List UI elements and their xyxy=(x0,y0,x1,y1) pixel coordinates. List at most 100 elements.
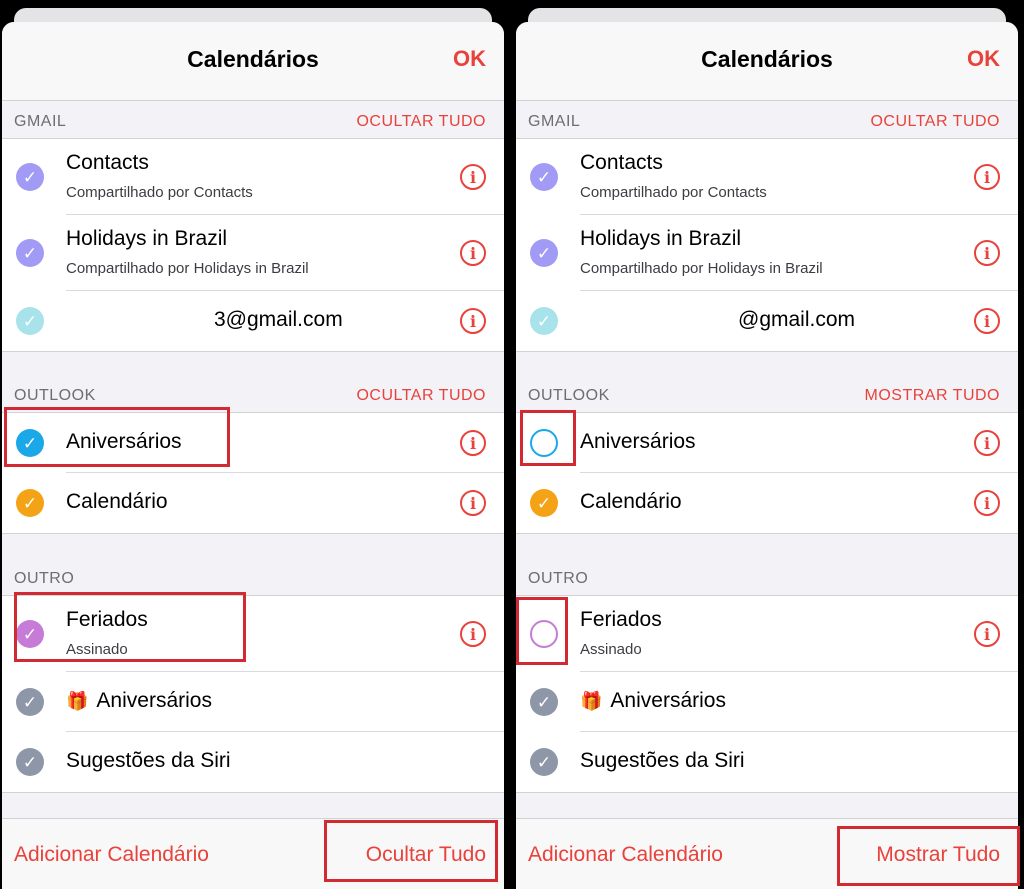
section-header-outlook: OUTLOOK MOSTRAR TUDO xyxy=(516,375,1018,413)
ok-button[interactable]: OK xyxy=(967,46,1000,72)
calendar-row-aniversarios[interactable]: Aniversários i xyxy=(516,413,1018,473)
checkmark-icon[interactable]: ✓ xyxy=(530,748,558,776)
section-title-outro: OUTRO xyxy=(528,570,589,587)
checkmark-icon[interactable]: ✓ xyxy=(530,489,558,517)
calendar-row-contacts[interactable]: ✓ Contacts Compartilhado por Contacts i xyxy=(2,139,504,215)
hide-all-gmail-button[interactable]: OCULTAR TUDO xyxy=(870,113,1000,131)
info-icon[interactable]: i xyxy=(460,308,486,334)
outlook-calendar-list: ✓ Aniversários i ✓ Calendário i xyxy=(2,412,504,534)
calendar-subtitle: Assinado xyxy=(580,641,642,658)
add-calendar-button[interactable]: Adicionar Calendário xyxy=(14,843,209,867)
gmail-calendar-list: ✓ Contacts Compartilhado por Contacts i … xyxy=(2,138,504,352)
calendar-row-birthdays[interactable]: ✓ 🎁 Aniversários xyxy=(516,672,1018,732)
calendar-subtitle: Assinado xyxy=(66,641,128,658)
calendar-title: Feriados xyxy=(580,608,662,631)
calendar-row-contacts[interactable]: ✓ Contacts Compartilhado por Contacts i xyxy=(516,139,1018,215)
gmail-calendar-list: ✓ Contacts Compartilhado por Contacts i … xyxy=(516,138,1018,352)
section-header-gmail: GMAIL OCULTAR TUDO xyxy=(516,101,1018,139)
calendar-row-gmail-account[interactable]: ✓ 3@gmail.com i xyxy=(2,291,504,351)
nav-title: Calendários xyxy=(701,46,833,72)
calendar-row-aniversarios[interactable]: ✓ Aniversários i xyxy=(2,413,504,473)
calendar-subtitle: Compartilhado por Contacts xyxy=(66,184,253,201)
checkmark-icon[interactable]: ✓ xyxy=(530,688,558,716)
section-header-outro: OUTRO xyxy=(516,558,1018,596)
bottom-toolbar: Adicionar Calendário Ocultar Tudo xyxy=(2,818,504,889)
calendar-title: Holidays in Brazil xyxy=(580,227,742,250)
checkmark-icon[interactable]: ✓ xyxy=(530,239,558,267)
hide-all-gmail-button[interactable]: OCULTAR TUDO xyxy=(356,113,486,131)
checkmark-icon[interactable]: ✓ xyxy=(16,688,44,716)
section-title-outlook: OUTLOOK xyxy=(14,387,96,404)
calendar-row-gmail-account[interactable]: ✓ @gmail.com i xyxy=(516,291,1018,351)
info-icon[interactable]: i xyxy=(460,621,486,647)
info-icon[interactable]: i xyxy=(460,430,486,456)
calendar-row-calendario[interactable]: ✓ Calendário i xyxy=(2,473,504,533)
nav-bar: Calendários OK xyxy=(516,22,1018,101)
info-icon[interactable]: i xyxy=(974,240,1000,266)
calendar-title-text: Aniversários xyxy=(610,689,726,712)
checkmark-icon[interactable]: ✓ xyxy=(16,307,44,335)
section-header-outro: OUTRO xyxy=(2,558,504,596)
checkmark-icon[interactable]: ✓ xyxy=(16,239,44,267)
unchecked-circle-icon[interactable] xyxy=(530,620,558,648)
calendar-title: Holidays in Brazil xyxy=(66,227,228,250)
bottom-toolbar: Adicionar Calendário Mostrar Tudo xyxy=(516,818,1018,889)
checkmark-icon[interactable]: ✓ xyxy=(530,307,558,335)
calendar-title: Sugestões da Siri xyxy=(580,749,745,772)
calendar-row-siri[interactable]: ✓ Sugestões da Siri xyxy=(516,732,1018,792)
calendar-row-holidays-brazil[interactable]: ✓ Holidays in Brazil Compartilhado por H… xyxy=(516,215,1018,291)
calendar-title: Contacts xyxy=(66,151,149,174)
info-icon[interactable]: i xyxy=(974,490,1000,516)
calendar-subtitle: Compartilhado por Holidays in Brazil xyxy=(66,260,309,277)
info-icon[interactable]: i xyxy=(460,490,486,516)
checkmark-icon[interactable]: ✓ xyxy=(16,429,44,457)
calendar-title: 🎁 Aniversários xyxy=(580,689,726,713)
calendar-title: @gmail.com xyxy=(738,308,856,331)
checkmark-icon[interactable]: ✓ xyxy=(16,748,44,776)
info-icon[interactable]: i xyxy=(460,240,486,266)
gift-icon: 🎁 xyxy=(580,691,603,711)
calendar-title: Aniversários xyxy=(66,430,182,453)
calendars-sheet: Calendários OK GMAIL OCULTAR TUDO ✓ Cont… xyxy=(516,22,1018,889)
calendar-row-holidays-brazil[interactable]: ✓ Holidays in Brazil Compartilhado por H… xyxy=(2,215,504,291)
calendar-title: 3@gmail.com xyxy=(214,308,343,331)
checkmark-icon[interactable]: ✓ xyxy=(16,620,44,648)
info-icon[interactable]: i xyxy=(460,164,486,190)
checkmark-icon[interactable]: ✓ xyxy=(530,163,558,191)
section-title-gmail: GMAIL xyxy=(528,113,581,130)
calendar-title: Sugestões da Siri xyxy=(66,749,231,772)
section-title-gmail: GMAIL xyxy=(14,113,67,130)
show-all-outlook-button[interactable]: MOSTRAR TUDO xyxy=(865,387,1000,405)
calendars-sheet: Calendários OK GMAIL OCULTAR TUDO ✓ Cont… xyxy=(2,22,504,889)
calendar-row-birthdays[interactable]: ✓ 🎁 Aniversários xyxy=(2,672,504,732)
add-calendar-button[interactable]: Adicionar Calendário xyxy=(528,843,723,867)
show-all-button[interactable]: Mostrar Tudo xyxy=(876,843,1000,867)
checkmark-icon[interactable]: ✓ xyxy=(16,489,44,517)
calendars-panel-left: Calendários OK GMAIL OCULTAR TUDO ✓ Cont… xyxy=(2,0,504,889)
checkmark-icon[interactable]: ✓ xyxy=(16,163,44,191)
unchecked-circle-icon[interactable] xyxy=(530,429,558,457)
section-header-gmail: GMAIL OCULTAR TUDO xyxy=(2,101,504,139)
other-calendar-list: Feriados Assinado i ✓ 🎁 Aniversários ✓ Su… xyxy=(516,595,1018,793)
section-title-outro: OUTRO xyxy=(14,570,75,587)
calendar-title: Aniversários xyxy=(580,430,696,453)
calendar-row-siri[interactable]: ✓ Sugestões da Siri xyxy=(2,732,504,792)
calendar-title: Calendário xyxy=(66,490,168,513)
calendar-title: 🎁 Aniversários xyxy=(66,689,212,713)
info-icon[interactable]: i xyxy=(974,621,1000,647)
nav-bar: Calendários OK xyxy=(2,22,504,101)
calendar-title: Feriados xyxy=(66,608,148,631)
calendar-row-calendario[interactable]: ✓ Calendário i xyxy=(516,473,1018,533)
hide-all-outlook-button[interactable]: OCULTAR TUDO xyxy=(356,387,486,405)
ok-button[interactable]: OK xyxy=(453,46,486,72)
info-icon[interactable]: i xyxy=(974,164,1000,190)
info-icon[interactable]: i xyxy=(974,430,1000,456)
section-title-outlook: OUTLOOK xyxy=(528,387,610,404)
hide-all-button[interactable]: Ocultar Tudo xyxy=(366,843,486,867)
other-calendar-list: ✓ Feriados Assinado i ✓ 🎁 Aniversários ✓ … xyxy=(2,595,504,793)
section-header-outlook: OUTLOOK OCULTAR TUDO xyxy=(2,375,504,413)
calendar-row-feriados[interactable]: ✓ Feriados Assinado i xyxy=(2,596,504,672)
calendar-row-feriados[interactable]: Feriados Assinado i xyxy=(516,596,1018,672)
calendar-subtitle: Compartilhado por Holidays in Brazil xyxy=(580,260,823,277)
info-icon[interactable]: i xyxy=(974,308,1000,334)
